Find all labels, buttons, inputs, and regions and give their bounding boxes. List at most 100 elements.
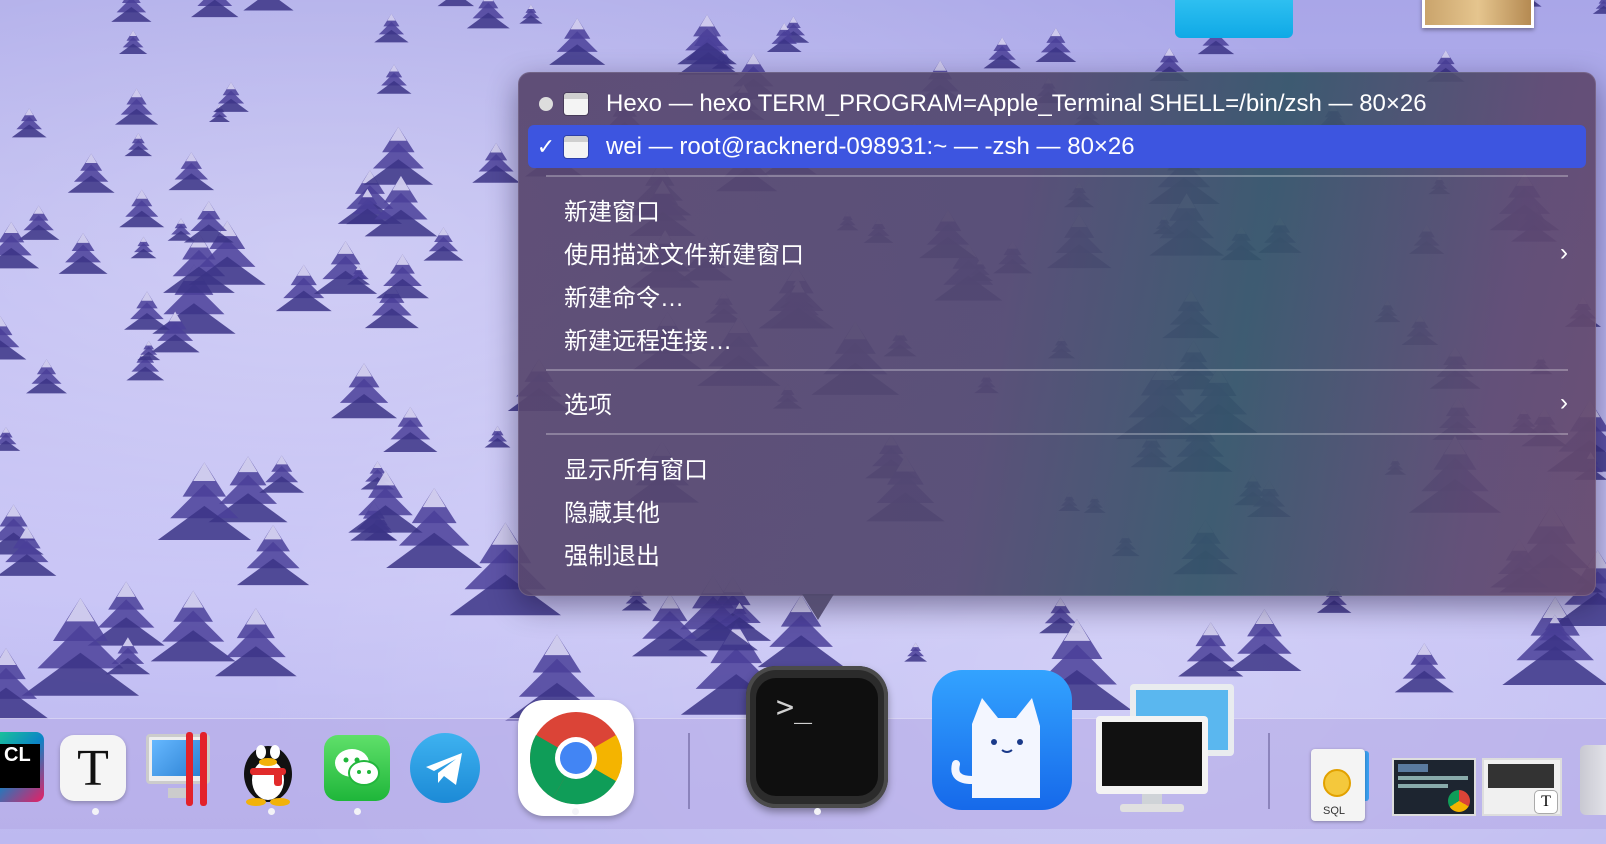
menu-item-label: wei — root@racknerd-098931:~ — -zsh — 80…: [606, 132, 1135, 160]
sql-document-icon[interactable]: SQL: [1305, 745, 1375, 823]
running-indicator: [814, 808, 821, 815]
clion-app-icon[interactable]: CL: [0, 732, 44, 802]
running-indicator: [354, 808, 361, 815]
parallels-desktop-app-icon[interactable]: [146, 732, 214, 806]
cat-app-icon[interactable]: [932, 670, 1072, 810]
cat-face-icon: [951, 698, 1040, 798]
menu-item-new-command[interactable]: 新建命令…: [528, 274, 1586, 317]
window-icon: [564, 135, 588, 158]
menu-item-new-window[interactable]: 新建窗口: [528, 188, 1586, 231]
wallpaper-tree: [26, 359, 67, 394]
trash-icon[interactable]: [1580, 745, 1606, 815]
menu-item-label: 选项: [564, 392, 612, 419]
wechat-app-icon[interactable]: [324, 735, 390, 801]
wallpaper-tree: [313, 241, 378, 294]
thumb-block: [1398, 784, 1448, 788]
terminal-dock-menu: Hexo — hexo TERM_PROGRAM=Apple_Terminal …: [518, 72, 1596, 596]
checkmark-icon: ✓: [536, 133, 556, 159]
wallpaper-tree: [11, 108, 47, 138]
wallpaper-tree: [1227, 609, 1302, 672]
menu-item-new-window-with-profile[interactable]: 使用描述文件新建窗口 ›: [528, 231, 1586, 274]
menu-window-item-hexo[interactable]: Hexo — hexo TERM_PROGRAM=Apple_Terminal …: [528, 82, 1586, 125]
window-open-dot-icon: [528, 96, 564, 111]
menu-item-hide-others[interactable]: 隐藏其他: [528, 489, 1586, 532]
wallpaper-tree: [67, 153, 115, 193]
wallpaper-tree: [1592, 0, 1606, 14]
menu-item-new-remote-connection[interactable]: 新建远程连接…: [528, 317, 1586, 360]
wallpaper-tree: [374, 13, 409, 43]
typora-icon-text: T: [77, 739, 109, 797]
wallpaper-tree: [466, 0, 510, 29]
telegram-app-icon[interactable]: [410, 733, 480, 803]
menu-item-label: 显示所有窗口: [564, 457, 708, 484]
wallpaper-tree: [191, 0, 239, 18]
sql-logo-icon: [1323, 769, 1351, 797]
chrome-logo-icon: [529, 712, 623, 805]
menu-item-label: 新建命令…: [564, 285, 684, 312]
dock-separator: [688, 733, 690, 809]
menu-window-item-wei[interactable]: ✓ wei — root@racknerd-098931:~ — -zsh — …: [528, 125, 1586, 168]
wallpaper-tree: [376, 254, 429, 299]
running-indicator: [92, 808, 99, 815]
wallpaper-tree: [130, 236, 157, 259]
running-indicator: [268, 808, 275, 815]
menu-item-label: Hexo — hexo TERM_PROGRAM=Apple_Terminal …: [606, 89, 1427, 117]
wechat-bubbles-icon: [335, 749, 380, 786]
wallpaper-tree: [58, 233, 108, 274]
chevron-right-icon: ›: [1560, 239, 1568, 266]
menu-pointer-arrow: [802, 594, 834, 620]
menu-item-force-quit[interactable]: 强制退出: [528, 532, 1586, 575]
wallpaper-tree: [18, 205, 60, 240]
window-icon: [564, 92, 588, 115]
sql-label: SQL: [1323, 805, 1346, 817]
typora-app-icon[interactable]: T: [60, 735, 126, 801]
thumb-block: [1488, 764, 1554, 788]
wallpaper-tree: [472, 142, 520, 183]
paper-plane-icon: [426, 753, 462, 785]
wallpaper-tree: [168, 152, 215, 191]
terminal-prompt-text: >_: [776, 690, 813, 725]
menu-separator: [546, 369, 1568, 371]
parallels-bar: [200, 732, 207, 806]
wallpaper-tree: [150, 590, 236, 662]
running-indicator: [572, 808, 579, 815]
wallpaper-tree: [259, 455, 305, 493]
screen-sharing-app-icon[interactable]: [1096, 680, 1236, 820]
wallpaper-tree: [243, 0, 294, 11]
wallpaper-tree: [983, 37, 1021, 69]
menu-item-label: 新建远程连接…: [564, 328, 732, 355]
wallpaper-tree: [215, 608, 297, 677]
parallels-bar: [186, 732, 193, 806]
thumb-block: [1398, 764, 1428, 772]
menu-item-show-all-windows[interactable]: 显示所有窗口: [528, 446, 1586, 489]
wallpaper-tree: [437, 0, 475, 7]
chrome-badge-icon: [1448, 790, 1470, 812]
wallpaper-tree: [363, 126, 434, 185]
wallpaper-tree: [119, 189, 165, 228]
menu-separator: [546, 175, 1568, 177]
wallpaper-tree: [124, 133, 153, 157]
menu-item-label: 强制退出: [564, 543, 660, 570]
screenshot-typora-icon[interactable]: T: [1482, 758, 1562, 816]
wallpaper-tree: [111, 0, 152, 22]
wallpaper-tree: [1035, 27, 1077, 62]
chrome-app-icon[interactable]: [518, 700, 634, 816]
menu-separator: [546, 433, 1568, 435]
menu-item-label: 使用描述文件新建窗口: [564, 242, 804, 269]
screenshot-chrome-icon[interactable]: [1392, 758, 1476, 816]
menu-item-label: 新建窗口: [564, 199, 660, 226]
qq-app-icon[interactable]: [236, 728, 300, 806]
menu-item-options[interactable]: 选项 ›: [528, 381, 1586, 424]
desktop-photo-icon[interactable]: [1422, 0, 1534, 28]
monitors-icon: [1096, 684, 1234, 812]
wallpaper-tree: [904, 642, 928, 662]
dock-separator: [1268, 733, 1270, 809]
wallpaper-tree: [376, 64, 412, 94]
desktop-folder-icon[interactable]: [1175, 0, 1293, 38]
wallpaper-tree: [167, 218, 195, 241]
qq-penguin-icon: [244, 745, 292, 806]
thumb-block: [1398, 776, 1468, 780]
wallpaper-tree: [677, 14, 737, 65]
terminal-app-icon[interactable]: >_: [746, 666, 888, 808]
menu-item-label: 隐藏其他: [564, 500, 660, 527]
